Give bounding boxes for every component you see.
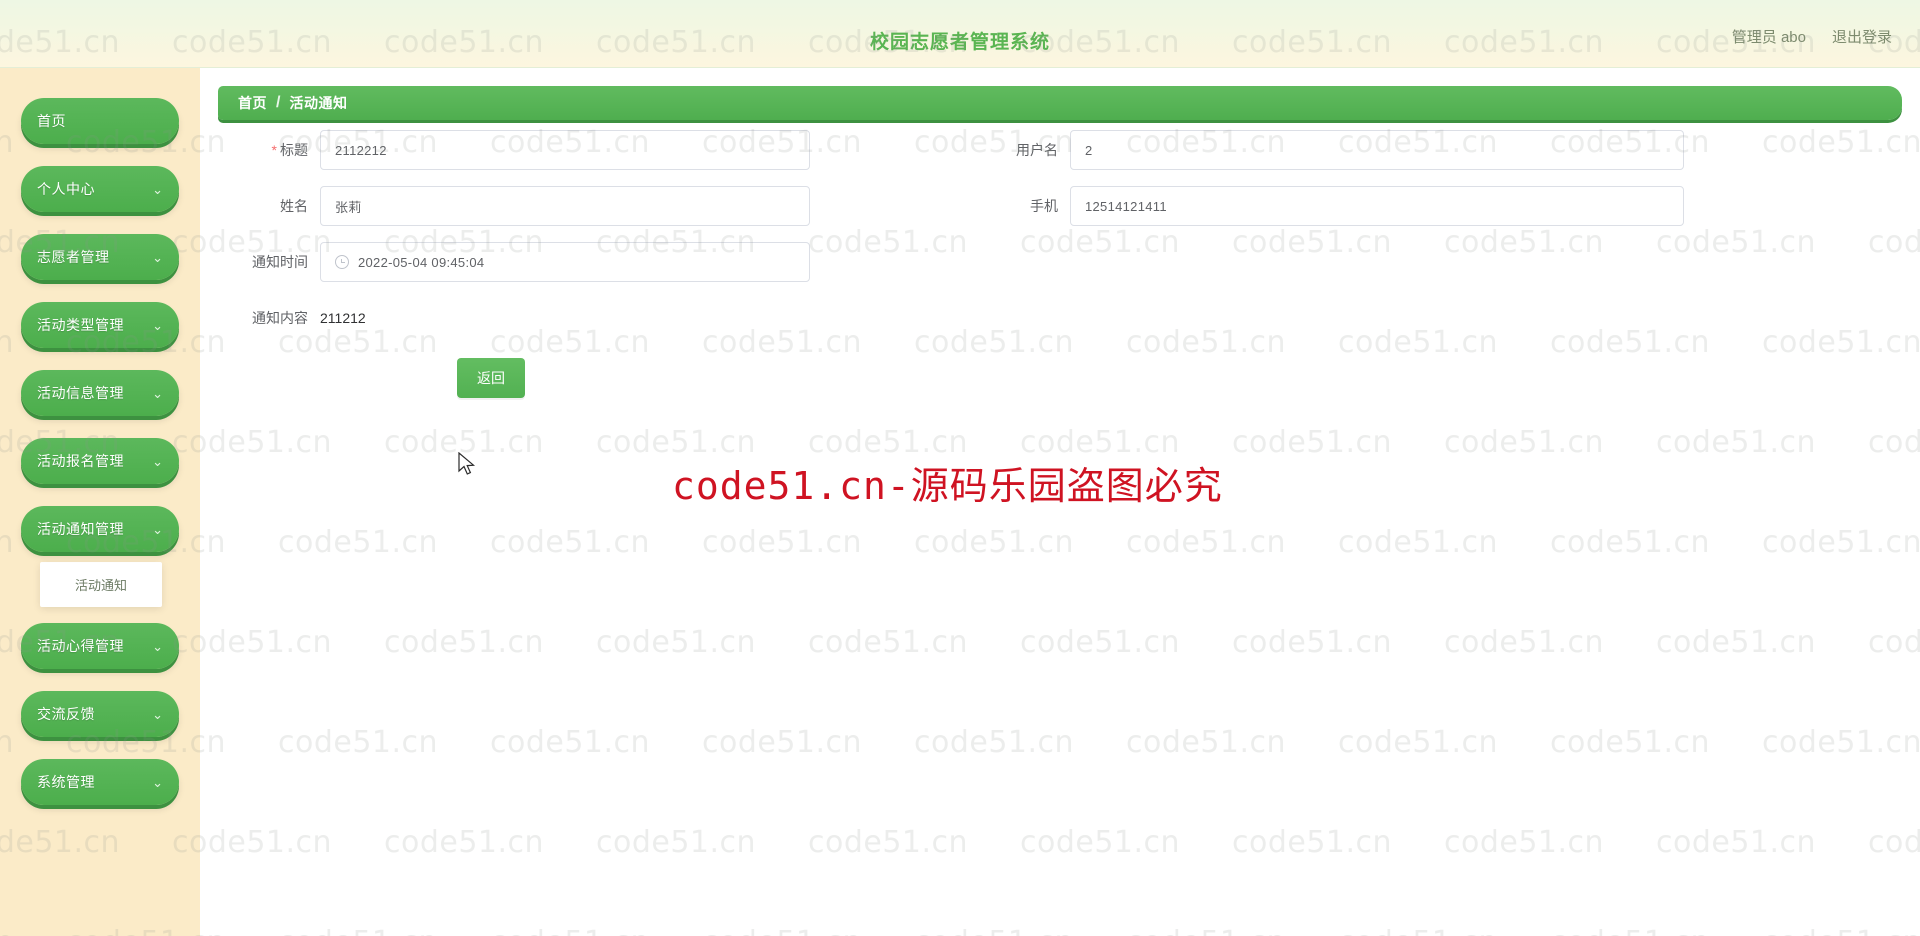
chevron-down-icon: ⌄: [152, 638, 163, 654]
breadcrumb-home[interactable]: 首页: [238, 93, 267, 113]
username-label: 用户名: [1016, 142, 1058, 158]
page-title: 校园志愿者管理系统: [869, 32, 1050, 53]
chevron-down-icon: ⌄: [152, 774, 163, 790]
sidebar-item-home[interactable]: 首页: [21, 98, 179, 144]
back-button[interactable]: 返回: [457, 358, 525, 398]
sidebar-item-activity-type-management[interactable]: 活动类型管理 ⌄: [21, 302, 179, 348]
logout-link[interactable]: 退出登录: [1832, 26, 1892, 47]
form-col-empty: [950, 242, 1870, 282]
breadcrumb-current: 活动通知: [289, 95, 348, 111]
phone-label: 手机: [1030, 198, 1058, 214]
sidebar-item-label: 活动通知管理: [37, 521, 124, 537]
form-row: * 标题 2112212 用户名 2: [200, 130, 1920, 186]
chevron-down-icon: ⌄: [152, 385, 163, 401]
sidebar-item-activity-signup-management[interactable]: 活动报名管理 ⌄: [21, 438, 179, 484]
sidebar-item-label: 活动心得管理: [37, 638, 124, 654]
field-content: 通知内容 211212: [200, 298, 950, 338]
sidebar-item-label: 活动信息管理: [37, 385, 124, 401]
form-row: 姓名 张莉 手机 12514121411: [200, 186, 1920, 242]
main-content: 首页 / 活动通知 * 标题 2112212 用户名 2 姓名 张莉 手机 12…: [200, 68, 1920, 936]
field-notify-time: 通知时间 2022-05-04 09:45:04: [200, 242, 950, 282]
sidebar-item-label: 个人中心: [37, 181, 95, 197]
activity-notice-form: *标题 2112212 用户名 2 姓名 张莉 手机 12514121411: [200, 130, 1920, 398]
sidebar-item-label: 首页: [37, 113, 66, 129]
sidebar-submenu-activity-notice: 活动通知: [40, 562, 162, 607]
form-row: 通知内容 211212: [200, 298, 1920, 354]
name-label: 姓名: [280, 198, 308, 214]
content-label: 通知内容: [252, 310, 308, 326]
sidebar-subitem-activity-notice[interactable]: 活动通知: [40, 572, 162, 597]
title-input[interactable]: 2112212: [320, 130, 810, 170]
form-col-empty: [950, 298, 1870, 338]
chevron-down-icon: ⌄: [152, 181, 163, 197]
app-header: 校园志愿者管理系统 管理员 abo 退出登录: [0, 0, 1920, 68]
chevron-down-icon: ⌄: [152, 249, 163, 265]
chevron-down-icon: ⌄: [152, 453, 163, 469]
sidebar-item-volunteer-management[interactable]: 志愿者管理 ⌄: [21, 234, 179, 280]
notify-time-label: 通知时间: [252, 254, 308, 270]
form-actions: 返回: [200, 354, 1920, 398]
username-input[interactable]: 2: [1070, 130, 1684, 170]
sidebar-item-label: 活动类型管理: [37, 317, 124, 333]
form-row: 通知时间 2022-05-04 09:45:04: [200, 242, 1920, 298]
sidebar-nav: 首页 个人中心 ⌄ 志愿者管理 ⌄ 活动类型管理 ⌄ 活动信息管理 ⌄ 活动报名…: [0, 68, 200, 936]
sidebar-item-activity-info-management[interactable]: 活动信息管理 ⌄: [21, 370, 179, 416]
sidebar-item-feedback[interactable]: 交流反馈 ⌄: [21, 691, 179, 737]
title-label-text: 标题: [280, 142, 308, 158]
sidebar-item-label: 志愿者管理: [37, 249, 110, 265]
phone-input[interactable]: 12514121411: [1070, 186, 1684, 226]
sidebar-item-label: 活动报名管理: [37, 453, 124, 469]
chevron-down-icon: ⌄: [152, 521, 163, 537]
header-user-area: 管理员 abo 退出登录: [1732, 26, 1892, 47]
content-value: 211212: [320, 310, 366, 326]
sidebar-item-label: 交流反馈: [37, 706, 95, 722]
title-label: * 标题: [200, 140, 320, 160]
sidebar-item-personal-center[interactable]: 个人中心 ⌄: [21, 166, 179, 212]
field-phone: 手机 12514121411: [950, 186, 1870, 226]
sidebar-item-activity-experience-management[interactable]: 活动心得管理 ⌄: [21, 623, 179, 669]
current-user-label: 管理员 abo: [1731, 29, 1806, 46]
sidebar-item-activity-notice-management[interactable]: 活动通知管理 ⌄: [21, 506, 179, 552]
field-title: * 标题 2112212: [200, 130, 950, 170]
field-name: 姓名 张莉: [200, 186, 950, 226]
chevron-down-icon: ⌄: [152, 317, 163, 333]
chevron-down-icon: ⌄: [152, 706, 163, 722]
sidebar-item-label: 系统管理: [37, 774, 95, 790]
breadcrumb: 首页 / 活动通知: [218, 86, 1902, 120]
field-username: 用户名 2: [950, 130, 1870, 170]
clock-icon: [335, 255, 349, 269]
required-marker: *: [271, 142, 277, 158]
sidebar-item-system-management[interactable]: 系统管理 ⌄: [21, 759, 179, 805]
notify-time-input[interactable]: 2022-05-04 09:45:04: [320, 242, 810, 282]
name-input[interactable]: 张莉: [320, 186, 810, 226]
breadcrumb-separator: /: [276, 94, 281, 111]
notify-time-value: 2022-05-04 09:45:04: [358, 254, 485, 270]
app-root: 校园志愿者管理系统 管理员 abo 退出登录 首页 个人中心 ⌄ 志愿者管理 ⌄…: [0, 0, 1920, 936]
